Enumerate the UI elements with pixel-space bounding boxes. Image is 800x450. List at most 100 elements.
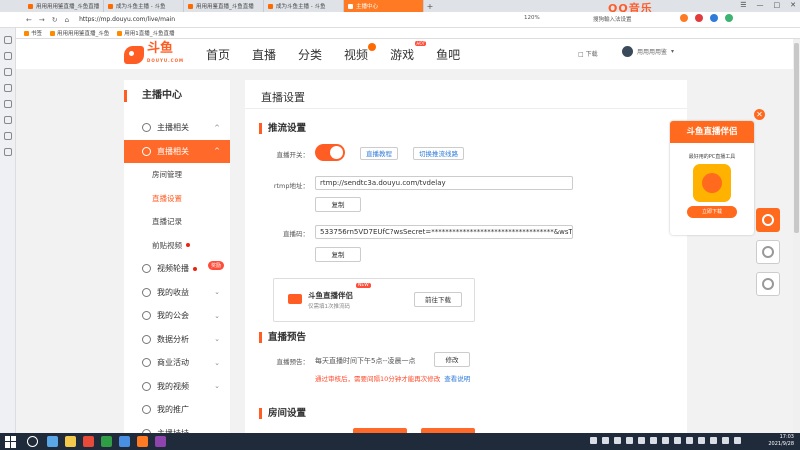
- scrollbar-thumb[interactable]: [794, 43, 799, 233]
- sidebar-item-promotion[interactable]: 我的推广: [124, 398, 230, 422]
- close-icon[interactable]: ✕: [754, 109, 765, 120]
- tray-icon[interactable]: [674, 437, 681, 444]
- taskbar-app-icon[interactable]: [101, 436, 112, 447]
- nav-home[interactable]: 首页: [206, 46, 230, 63]
- bookmark-item[interactable]: 用用1直播_斗鱼直播: [117, 29, 175, 37]
- search-icon[interactable]: [27, 436, 38, 447]
- sidebar-item-business[interactable]: 商业活动 ⌄: [124, 351, 230, 375]
- tray-icon[interactable]: [710, 437, 717, 444]
- bookmark-item[interactable]: 用用用用鉴直播_斗鱼: [50, 29, 109, 37]
- nav-video[interactable]: 视频: [344, 43, 377, 63]
- live-switch-toggle[interactable]: [315, 144, 345, 161]
- notification-dot: [186, 243, 190, 248]
- sidebar-tool-icon[interactable]: [3, 68, 12, 76]
- close-icon[interactable]: ✕: [790, 1, 796, 9]
- menu-icon[interactable]: ☰: [740, 1, 746, 9]
- float-home-button[interactable]: [756, 240, 780, 264]
- view-explanation-link[interactable]: 查看说明: [444, 375, 470, 383]
- tray-icon[interactable]: [602, 437, 609, 444]
- extension-icon[interactable]: [725, 14, 733, 22]
- sidebar-tool-icon[interactable]: [3, 84, 12, 92]
- refresh-icon[interactable]: ↻: [52, 16, 58, 24]
- sidebar-tool-icon[interactable]: [3, 116, 12, 124]
- tray-icon[interactable]: [722, 437, 729, 444]
- tray-icon[interactable]: [686, 437, 693, 444]
- sidebar-item-my-videos[interactable]: 我的视频 ⌄: [124, 375, 230, 399]
- sidebar-item-live-records[interactable]: 直播记录: [124, 210, 230, 234]
- extension-icon[interactable]: [695, 14, 703, 22]
- tray-icon[interactable]: [626, 437, 633, 444]
- sidebar-item-room-manage[interactable]: 房间管理: [124, 163, 230, 187]
- forward-icon[interactable]: →: [39, 16, 45, 24]
- float-robot-button[interactable]: [756, 272, 780, 296]
- copy-rtmp-button[interactable]: 复制: [315, 197, 361, 212]
- zoom-level[interactable]: 120%: [524, 15, 540, 21]
- bookmark-item[interactable]: 书签: [24, 29, 42, 37]
- taskbar-app-icon[interactable]: [47, 436, 58, 447]
- download-link[interactable]: □ 下载: [578, 49, 598, 58]
- new-tab-button[interactable]: +: [424, 2, 436, 11]
- main-nav: 首页 直播 分类 视频 游戏 HOT 鱼吧: [206, 41, 460, 63]
- nav-fishbar[interactable]: 鱼吧: [436, 46, 460, 63]
- stream-code-field[interactable]: 533756rn5VD7EUfC?wsSecret=**************…: [315, 225, 573, 239]
- browser-tab[interactable]: 用用用鉴直播_斗鱼直播: [184, 0, 264, 12]
- nav-live[interactable]: 直播: [252, 46, 276, 63]
- tray-icon[interactable]: [734, 437, 741, 444]
- rtmp-field[interactable]: rtmp://sendtc3a.douyu.com/tvdelay: [315, 176, 573, 190]
- tray-icon[interactable]: [614, 437, 621, 444]
- sidebar-item-video-carousel[interactable]: 视频轮播 奖励: [124, 257, 230, 281]
- companion-ad[interactable]: 斗鱼直播伴侣 最好用的PC直播工具 立即下载: [670, 121, 754, 235]
- business-icon: [142, 358, 151, 368]
- sidebar-item-income[interactable]: 我的收益 ⌄: [124, 281, 230, 305]
- browser-tab[interactable]: 用用用用鉴直播_斗鱼直播: [24, 0, 104, 12]
- sidebar-item-live-settings[interactable]: 直播设置: [124, 187, 230, 211]
- clock[interactable]: 17:03 2021/9/28: [768, 434, 794, 448]
- user-menu[interactable]: 用用用用鉴 ▾: [622, 46, 674, 57]
- chevron-up-icon: ^: [214, 147, 220, 156]
- switch-line-link[interactable]: 切换推流线路: [413, 147, 464, 160]
- sidebar-item-streamer[interactable]: 主播相关 ^: [124, 116, 230, 140]
- taskbar-app-icon[interactable]: [65, 436, 76, 447]
- minimize-icon[interactable]: —: [757, 1, 764, 9]
- sidebar-tool-icon[interactable]: [3, 148, 12, 156]
- extension-icon[interactable]: [710, 14, 718, 22]
- ad-download-button[interactable]: 立即下载: [687, 206, 737, 218]
- browser-tab[interactable]: 成为斗鱼主播 - 斗鱼: [264, 0, 344, 12]
- taskbar-app-icon[interactable]: [83, 436, 94, 447]
- taskbar-app-icon[interactable]: [155, 436, 166, 447]
- browser-tab-active[interactable]: 主播中心: [344, 0, 424, 12]
- addr-hint-text[interactable]: 搜狗輸入法设置: [593, 15, 632, 23]
- tray-icon[interactable]: [662, 437, 669, 444]
- float-live-button[interactable]: [756, 208, 780, 232]
- go-download-button[interactable]: 前往下载: [414, 292, 462, 307]
- sidebar-tool-icon[interactable]: [3, 100, 12, 108]
- sidebar-item-live[interactable]: 直播相关 ^: [124, 139, 230, 163]
- url-field[interactable]: https://mp.douyu.com/live/main: [79, 14, 489, 25]
- copy-code-button[interactable]: 复制: [315, 247, 361, 262]
- windows-start-icon[interactable]: [5, 435, 17, 448]
- sidebar-tool-icon[interactable]: [3, 132, 12, 140]
- home-icon[interactable]: ⌂: [65, 16, 69, 24]
- tray-icon[interactable]: [590, 437, 597, 444]
- tray-icon[interactable]: [638, 437, 645, 444]
- nav-category[interactable]: 分类: [298, 46, 322, 63]
- sidebar-item-pre-video[interactable]: 前贴视频: [124, 234, 230, 258]
- maximize-icon[interactable]: □: [774, 1, 781, 9]
- sidebar-item-guild[interactable]: 我的公会 ⌄: [124, 304, 230, 328]
- douyu-logo[interactable]: 斗鱼 DOUYU.COM: [124, 42, 184, 67]
- sidebar-item-analytics[interactable]: 数据分析 ⌄: [124, 328, 230, 352]
- back-icon[interactable]: ←: [26, 16, 32, 24]
- sidebar-tool-icon[interactable]: [3, 52, 12, 60]
- extension-icon[interactable]: [680, 14, 688, 22]
- page-scrollbar[interactable]: [793, 39, 800, 433]
- switch-label: 直播开关：: [276, 151, 310, 159]
- nav-game[interactable]: 游戏 HOT: [390, 41, 427, 63]
- taskbar-app-icon[interactable]: [137, 436, 148, 447]
- tray-icon[interactable]: [650, 437, 657, 444]
- edit-forecast-button[interactable]: 修改: [434, 352, 470, 367]
- tutorial-link[interactable]: 直播教程: [360, 147, 398, 160]
- taskbar-app-icon[interactable]: [119, 436, 130, 447]
- sidebar-tool-icon[interactable]: [3, 36, 12, 44]
- browser-tab[interactable]: 成为斗鱼主播 - 斗鱼: [104, 0, 184, 12]
- tray-icon[interactable]: [698, 437, 705, 444]
